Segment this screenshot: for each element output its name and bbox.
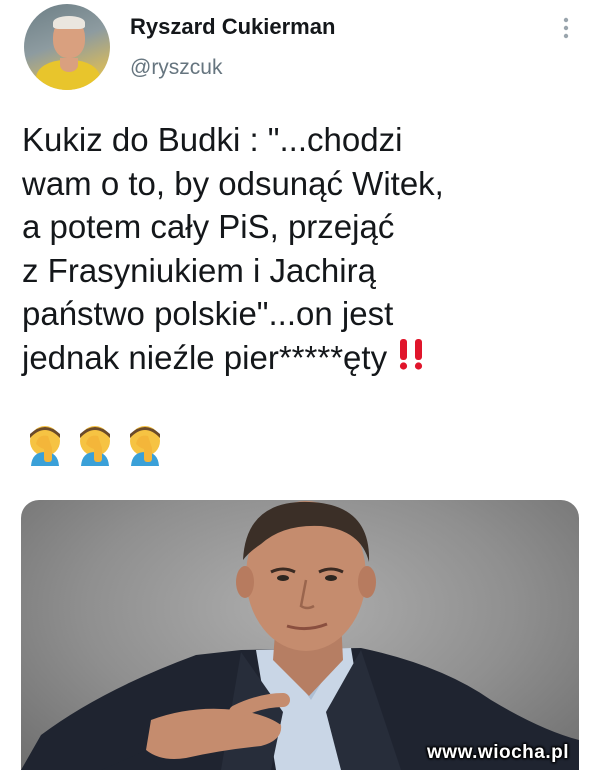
tweet-line: Kukiz do Budki : "...chodzi <box>22 121 403 158</box>
author-handle[interactable]: @ryszcuk <box>130 56 223 80</box>
photo-illustration <box>21 501 579 770</box>
tweet-card: Ryszard Cukierman @ryszcuk Kukiz do Budk… <box>0 0 600 770</box>
tweet-line: wam o to, by odsunąć Witek, <box>22 164 444 202</box>
tweet-text: Kukiz do Budki : "...chodzi wam o to, by… <box>22 118 582 381</box>
more-vertical-icon[interactable] <box>558 16 574 42</box>
avatar-neck <box>60 58 78 72</box>
tweet-line-last: jednak nieźle pier*****ęty <box>22 336 582 382</box>
avatar[interactable] <box>24 4 110 90</box>
avatar-hair <box>53 16 85 29</box>
author-name[interactable]: Ryszard Cukierman <box>130 14 335 40</box>
person-facepalming-icon <box>72 422 118 472</box>
tweet-line: a potem cały PiS, przejąć <box>22 208 395 245</box>
double-exclamation-icon <box>395 337 429 382</box>
tweet-photo[interactable]: www.wiocha.pl <box>21 500 579 770</box>
person-facepalming-icon <box>122 422 168 472</box>
tweet-line: z Frasyniukiem i Jachirą <box>22 251 376 289</box>
person-facepalming-icon <box>22 422 68 472</box>
tweet-line: jednak nieźle pier*****ęty <box>22 338 388 376</box>
watermark: www.wiocha.pl <box>427 742 569 763</box>
emoji-row <box>22 422 168 472</box>
tweet-line: państwo polskie"...on jest <box>22 295 394 332</box>
